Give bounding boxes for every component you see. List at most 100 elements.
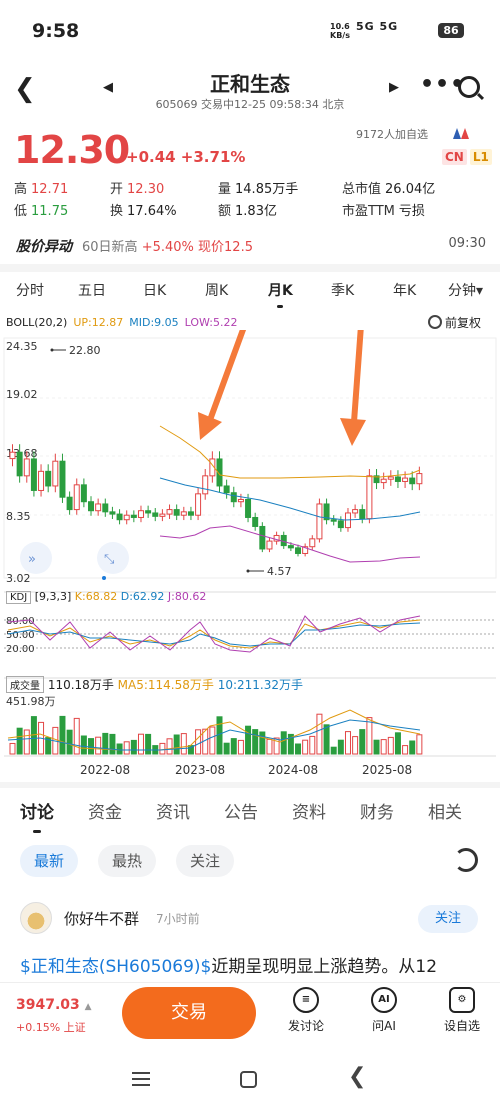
refresh-icon[interactable] [454, 848, 478, 872]
candle [59, 460, 66, 498]
discuss-icon: ≡ [293, 987, 319, 1013]
period-tabs: 分时 五日 日K 周K 月K 季K 年K 分钟▾ [0, 278, 500, 308]
candle [45, 470, 52, 487]
candle [23, 458, 30, 477]
follow-button[interactable]: 关注 [418, 905, 478, 933]
tab-profile[interactable]: 资料 [292, 798, 326, 823]
signal-icon: 5G 5G [356, 20, 399, 33]
filter-latest[interactable]: 最新 [20, 845, 79, 877]
ai-icon: AI [371, 987, 397, 1013]
tab-announcements[interactable]: 公告 [224, 798, 258, 823]
system-back-icon[interactable]: ❮ [348, 1064, 366, 1089]
ask-ai-button[interactable]: AI 问AI [354, 987, 414, 1034]
candle [159, 513, 166, 517]
watchers-count: 9172人加自选 [356, 128, 428, 141]
tab-news[interactable]: 资讯 [156, 798, 190, 823]
add-watchlist-button[interactable]: ⚙ 设自选 [432, 987, 492, 1034]
volume-bar [23, 729, 30, 755]
tab-quarter-k[interactable]: 季K [331, 280, 354, 300]
candle [316, 503, 323, 540]
l1-badge: L1 [469, 149, 492, 165]
tab-discussion[interactable]: 讨论 [20, 798, 54, 833]
kline-chart[interactable]: 24.35 19.02 13.68 8.35 3.02 22.80 4.57 »… [0, 330, 500, 778]
volume-bar [344, 731, 351, 755]
volume-bar [137, 733, 144, 755]
index-value[interactable]: 3947.03 ▲ [16, 997, 92, 1013]
volume-bar [145, 733, 152, 755]
volume-bar [237, 739, 244, 755]
alert-text: 60日新高 +5.40% 现价12.5 [82, 240, 253, 255]
stock-header: ❮ ◀ 正和生态 605069 交易中12-25 09:58:34 北京 ▶ •… [0, 62, 500, 116]
post-discussion-button[interactable]: ≡ 发讨论 [276, 987, 336, 1034]
volume-bar [130, 739, 137, 755]
tab-week-k[interactable]: 周K [205, 280, 228, 300]
candle [237, 498, 244, 503]
volume-bar [402, 745, 409, 755]
market-badges[interactable]: CN L1 [442, 149, 492, 165]
candle [152, 512, 159, 517]
post-username[interactable]: 你好牛不群 [64, 908, 139, 929]
tab-related[interactable]: 相关 [428, 798, 462, 823]
index-change: +0.15% 上证 [16, 1021, 86, 1034]
price-alert[interactable]: 股价异动 60日新高 +5.40% 现价12.5 09:30 [16, 236, 486, 256]
fullscreen-button[interactable]: ⤡ [97, 542, 129, 574]
kdj-legend[interactable]: KDJ [9,3,3] K:68.82 D:62.92 J:80.62 [6, 590, 206, 604]
candle [295, 547, 302, 554]
x-label-4: 2025-08 [362, 763, 412, 777]
candle [30, 458, 37, 491]
candle [116, 513, 123, 521]
candle [80, 484, 87, 503]
expand-button[interactable]: » [20, 542, 52, 574]
candle [52, 460, 59, 487]
battery-icon: 86 [438, 23, 464, 38]
search-icon[interactable] [458, 76, 480, 98]
candle [409, 477, 416, 485]
volume-bar [266, 738, 273, 755]
filter-following[interactable]: 关注 [176, 845, 235, 877]
system-nav-bar: ❮ [0, 1052, 500, 1111]
y-label-19: 19.02 [6, 388, 38, 401]
volume-bar [66, 729, 73, 755]
candle [259, 525, 266, 550]
annotation-arrow-1 [198, 330, 247, 440]
adjust-toggle[interactable]: 前复权 [428, 314, 481, 331]
avatar[interactable] [20, 902, 52, 934]
volume-bar [252, 729, 259, 755]
volume-bar [302, 739, 309, 755]
home-icon[interactable] [240, 1071, 257, 1088]
tab-month-k[interactable]: 月K [268, 280, 293, 308]
candle [366, 475, 373, 520]
post-content[interactable]: $正和生态(SH605069)$近期呈现明显上涨趋势。从12 [20, 952, 486, 977]
candle [416, 473, 423, 485]
tab-minute[interactable]: 分钟▾ [448, 280, 483, 300]
candle [352, 509, 359, 514]
menu-icon[interactable] [132, 1072, 150, 1086]
tab-intraday[interactable]: 分时 [16, 280, 44, 300]
candle [73, 484, 80, 511]
tab-five-day[interactable]: 五日 [78, 280, 106, 300]
tab-funds[interactable]: 资金 [88, 798, 122, 823]
volume-bar [352, 736, 359, 755]
volume-bar [387, 736, 394, 755]
candle [394, 476, 401, 482]
svg-text:⤡: ⤡ [104, 552, 115, 567]
volume-legend[interactable]: 成交量 110.18万手 MA5:114.58万手 10:211.32万手 [6, 676, 303, 693]
tab-year-k[interactable]: 年K [393, 280, 416, 300]
volume-bar [280, 731, 287, 755]
boll-legend[interactable]: BOLL(20,2) UP:12.87 MID:9.05 LOW:5.22 [6, 316, 237, 329]
content-tabs: 讨论 资金 资讯 公告 资料 财务 相关 [0, 796, 500, 833]
filter-hot[interactable]: 最热 [98, 845, 157, 877]
trade-button[interactable]: 交易 [122, 987, 256, 1039]
max-price-mark: 22.80 [69, 344, 101, 357]
candle [309, 538, 316, 548]
tab-financials[interactable]: 财务 [360, 798, 394, 823]
y-label-top: 24.35 [6, 340, 38, 353]
cn-badge: CN [442, 149, 467, 165]
stock-link[interactable]: $正和生态(SH605069)$ [20, 957, 211, 977]
next-stock-icon[interactable]: ▶ [389, 80, 399, 95]
candle [166, 509, 173, 515]
volume-bar [223, 742, 230, 755]
tab-day-k[interactable]: 日K [143, 280, 166, 300]
svg-text:»: » [28, 552, 36, 567]
candle [38, 470, 45, 491]
